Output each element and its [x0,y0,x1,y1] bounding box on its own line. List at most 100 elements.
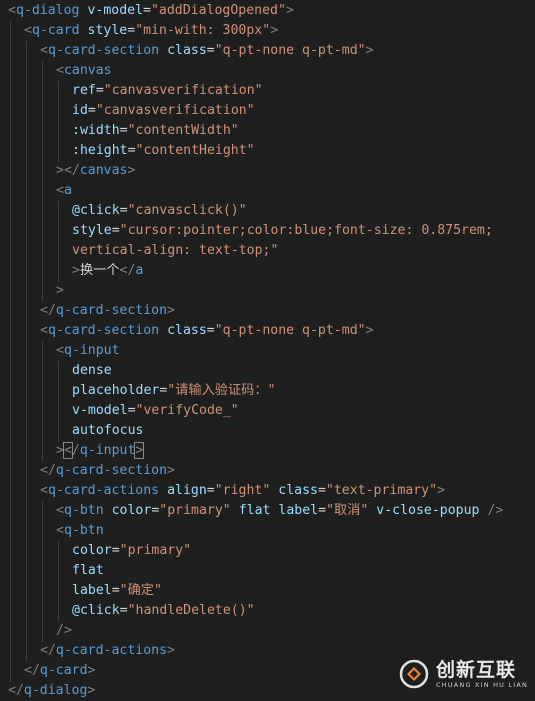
code-token: placeholder [72,383,160,398]
code-token: = [87,103,96,118]
code-line[interactable]: <q-card-actions align="right" class="tex… [0,481,535,501]
indent-guide [10,401,11,421]
code-token: ></ [56,163,80,178]
code-line[interactable]: :width="contentWidth" [0,121,535,141]
code-line[interactable]: <a [0,181,535,201]
code-line-content: style="cursor:pointer;color:blue;font-si… [72,221,493,241]
code-line[interactable]: ></canvas> [0,161,535,181]
code-line[interactable]: <q-btn [0,521,535,541]
code-token: q-card-section [55,303,168,318]
code-token: v-close-popup [376,503,480,518]
code-token: flat [238,503,271,518]
indent-guide [26,561,27,581]
code-line[interactable]: ></q-input> [0,441,535,461]
code-line[interactable]: </q-card-section> [0,461,535,481]
code-line[interactable]: color="primary" [0,541,535,561]
code-line[interactable]: <q-card style="min-with: 300px"> [0,21,535,41]
code-token: "handleDelete()" [127,603,255,618]
code-line[interactable]: flat [0,561,535,581]
code-token: > [87,663,96,678]
code-line[interactable]: <q-btn color="primary" flat label="取消" v… [0,501,535,521]
code-token: "contentHeight" [135,143,255,158]
indent-guide [26,141,27,161]
code-line[interactable]: label="确定" [0,581,535,601]
code-line-content: <q-btn [56,521,104,541]
indent-guide [26,301,27,321]
code-token: v-model [72,403,128,418]
code-line-content: :height="contentHeight" [72,141,255,161]
indent-guide [42,581,43,601]
code-token: </ [119,263,136,278]
code-token: < [24,23,32,38]
code-line-content: ref="canvasverification" [72,81,263,101]
code-token: style [87,23,128,38]
code-line[interactable]: @click="handleDelete()" [0,601,535,621]
indent-guide [10,161,11,181]
indent-guide [10,221,11,241]
indent-guide [42,181,43,201]
indent-guide [26,81,27,101]
indent-guide [10,581,11,601]
code-token: > [365,43,374,58]
code-line[interactable]: /> [0,621,535,641]
code-token: @click [72,203,120,218]
code-line-content: @click="handleDelete()" [72,601,255,621]
indent-guide [42,561,43,581]
code-line[interactable]: :height="contentHeight" [0,141,535,161]
code-editor[interactable]: <q-dialog v-model="addDialogOpened"> <q-c… [0,1,535,701]
indent-guide [10,361,11,381]
brand-logo-icon [399,659,429,689]
code-line[interactable]: <q-card-section class="q-pt-none q-pt-md… [0,321,535,341]
indent-guide [10,181,11,201]
code-token: flat [72,563,104,578]
code-line[interactable]: style="cursor:pointer;color:blue;font-si… [0,221,535,241]
indent-guide [10,541,11,561]
code-line[interactable]: <q-input [0,341,535,361]
indent-guide [26,341,27,361]
code-line[interactable]: </q-card-section> [0,301,535,321]
code-line[interactable]: >换一个</a [0,261,535,281]
indent-guide [10,421,11,441]
code-line-content: id="canvasverification" [72,101,255,121]
code-line[interactable]: v-model="verifyCode_" [0,401,535,421]
code-token: /> [487,503,504,518]
code-token: "primary" [119,543,192,558]
code-line[interactable]: dense [0,361,535,381]
code-token: = [317,483,326,498]
code-token: "addDialogOpened" [150,3,286,18]
code-line[interactable]: vertical-align: text-top;" [0,241,535,261]
code-token: = [111,223,120,238]
code-token: :width [72,123,120,138]
code-line[interactable]: autofocus [0,421,535,441]
code-line-content: > [56,281,64,301]
code-line[interactable]: ref="canvasverification" [0,81,535,101]
code-line[interactable]: @click="canvasclick()" [0,201,535,221]
code-token: q-card-section [47,43,160,58]
code-line-content: </q-dialog> [8,681,95,701]
code-token: > [167,463,175,478]
code-line[interactable]: > [0,281,535,301]
indent-guide [42,501,43,521]
code-line-content: <canvas [56,61,112,81]
indent-guide [58,81,59,101]
code-token: "canvasverification" [95,103,255,118]
indent-guide [58,201,59,221]
indent-guide [26,221,27,241]
watermark-pinyin: CHUANG XIN HU LIAN [436,680,529,689]
code-token: > [167,303,175,318]
indent-guide [58,381,59,401]
indent-guide [58,561,59,581]
code-line[interactable]: <q-dialog v-model="addDialogOpened"> [0,1,535,21]
code-line[interactable]: placeholder="请输入验证码：" [0,381,535,401]
code-line-content: </q-card-section> [40,461,175,481]
code-token: align [167,483,207,498]
code-line[interactable]: id="canvasverification" [0,101,535,121]
indent-guide [26,121,27,141]
code-token: < [40,483,48,498]
code-line[interactable]: <q-card-section class="q-pt-none q-pt-md… [0,41,535,61]
code-token: > [270,23,279,38]
code-line-content: <q-card-section class="q-pt-none q-pt-md… [40,321,374,341]
indent-guide [42,541,43,561]
code-line[interactable]: <canvas [0,61,535,81]
